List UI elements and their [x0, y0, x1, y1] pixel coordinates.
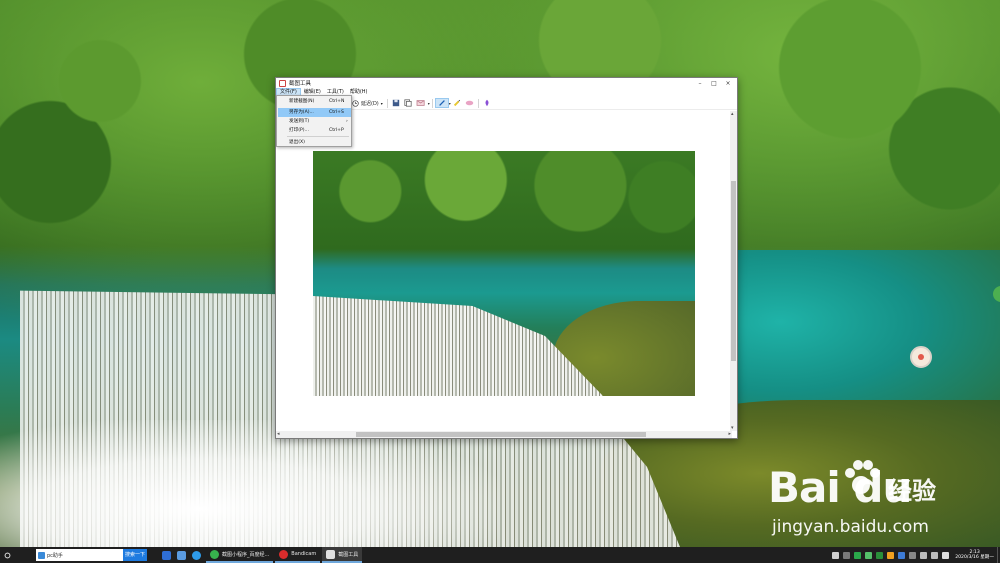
highlighter-button[interactable]: [451, 98, 463, 108]
chevron-down-icon: ▾: [380, 100, 383, 106]
maximize-button[interactable]: □: [707, 78, 721, 88]
bandicam-icon: [279, 549, 289, 559]
title-bar[interactable]: 截图工具 – □ ×: [276, 78, 737, 88]
floating-assistant-icon[interactable]: [910, 346, 932, 368]
file-menu-dropdown: 新建截图(N) Ctrl+N 另存为(A)... Ctrl+S 发送到(T) ›…: [276, 95, 352, 147]
scissors-icon: [326, 549, 336, 559]
baidu-jingyan-watermark: Bai du 经验 jingyan.baidu.com: [760, 455, 960, 545]
browser-icon: [192, 550, 201, 560]
scroll-right-icon[interactable]: ▸: [728, 431, 731, 437]
send-email-icon: [416, 100, 425, 106]
task-view-icon: [162, 550, 171, 560]
menu-item-save-as[interactable]: 另存为(A)... Ctrl+S: [278, 108, 351, 117]
eraser-icon: [465, 100, 474, 106]
clock-date: 2020/3/16 星期一: [955, 555, 994, 560]
save-icon: [392, 99, 399, 107]
task-view-button[interactable]: [159, 547, 174, 563]
snip-canvas[interactable]: [276, 111, 732, 431]
delay-label: 延迟(D): [361, 100, 379, 107]
scroll-left-icon[interactable]: ◂: [277, 431, 280, 437]
taskbar-window-bandicam[interactable]: Bandicam: [275, 547, 321, 563]
start-button[interactable]: [0, 547, 14, 563]
system-tray: 2:13 2020/3/16 星期一: [830, 547, 1000, 563]
horizontal-scrollbar[interactable]: ◂ ▸: [276, 431, 732, 438]
save-button[interactable]: [390, 98, 402, 108]
pen-button[interactable]: [434, 98, 449, 108]
taskbar: 搜索一下 截图小程序_百度经... Bandicam 截图工具 2:13 202…: [0, 547, 1000, 563]
volume-icon[interactable]: [931, 551, 939, 559]
vertical-scroll-thumb[interactable]: [731, 181, 736, 361]
taskbar-search-input[interactable]: [47, 550, 107, 560]
start-circle-icon: [4, 552, 10, 558]
minimize-button[interactable]: –: [693, 78, 707, 88]
copy-icon: [404, 99, 412, 107]
submenu-arrow-icon: ›: [346, 119, 348, 124]
window-controls: – □ ×: [693, 78, 735, 88]
menu-item-send-to[interactable]: 发送到(T) ›: [278, 117, 351, 126]
chevron-up-icon[interactable]: [909, 551, 917, 559]
network-icon[interactable]: [920, 551, 928, 559]
watermark-cn: 经验: [888, 477, 936, 505]
close-button[interactable]: ×: [721, 78, 735, 88]
chrome-icon: [210, 549, 219, 559]
delay-button[interactable]: 延迟(D) ▾: [350, 98, 385, 108]
notification-icon[interactable]: [832, 551, 840, 559]
wechat-icon[interactable]: [854, 551, 862, 559]
shield-icon[interactable]: [876, 551, 884, 559]
send-button[interactable]: [414, 98, 428, 108]
input-method-icon[interactable]: [942, 551, 950, 559]
search-button[interactable]: 搜索一下: [123, 549, 147, 561]
menu-item-new-snip[interactable]: 新建截图(N) Ctrl+N: [278, 97, 351, 106]
paint3d-icon: [485, 99, 489, 107]
taskbar-browser-app[interactable]: [189, 547, 204, 563]
vertical-scrollbar[interactable]: ▴ ▾: [730, 111, 737, 431]
wallpaper-mist: [0, 420, 500, 547]
watermark-url: jingyan.baidu.com: [772, 517, 929, 537]
pen-icon: [438, 100, 445, 106]
clock-icon: [352, 99, 359, 107]
taskbar-search-box: [36, 549, 123, 561]
send-chevron-icon[interactable]: ▾: [428, 101, 430, 106]
taskbar-clock[interactable]: 2:13 2020/3/16 星期一: [955, 550, 994, 561]
security-icon[interactable]: [865, 551, 873, 559]
captured-snip-image: [313, 151, 695, 396]
scroll-up-icon[interactable]: ▴: [731, 111, 734, 117]
tray-orange-icon[interactable]: [887, 551, 895, 559]
eraser-button[interactable]: [463, 98, 476, 108]
menu-separator: [287, 136, 349, 137]
highlighter-icon: [453, 99, 460, 107]
copy-button[interactable]: [402, 98, 414, 108]
paint3d-button[interactable]: [481, 98, 493, 108]
menu-item-exit[interactable]: 退出(X): [278, 138, 351, 147]
mail-icon: [177, 550, 186, 560]
search-engine-icon: [38, 551, 45, 559]
horizontal-scroll-thumb[interactable]: [356, 432, 646, 437]
taskbar-mail-app[interactable]: [174, 547, 189, 563]
menu-item-print[interactable]: 打印(P)... Ctrl+P: [278, 126, 351, 135]
window-title: 截图工具: [289, 81, 312, 87]
taskbar-window-baidu[interactable]: 截图小程序_百度经...: [206, 547, 274, 563]
scissors-app-icon: [279, 79, 286, 87]
taskbar-window-snipping-tool[interactable]: 截图工具: [322, 547, 363, 563]
baidu-paw-icon: [845, 460, 880, 494]
tray-blue-icon[interactable]: [898, 551, 906, 559]
tray-app-icon[interactable]: [843, 551, 851, 559]
